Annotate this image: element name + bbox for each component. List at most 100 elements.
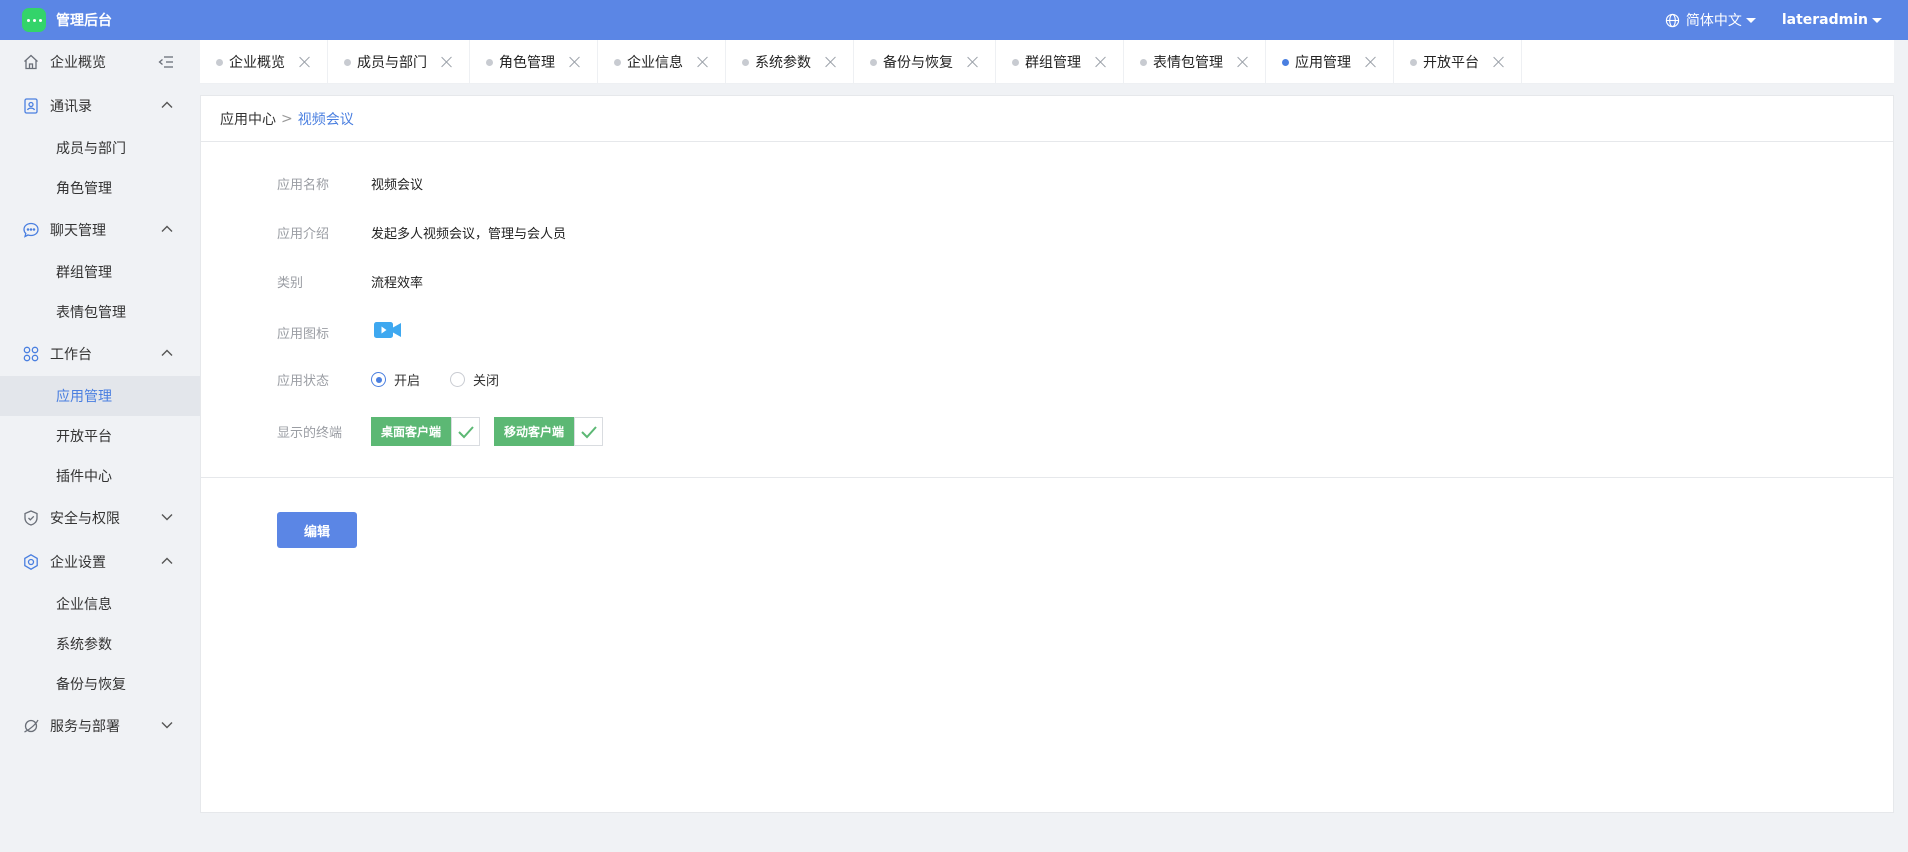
sidebar-group-label: 安全与权限 [50, 511, 120, 527]
tab-roles[interactable]: 角色管理 [470, 40, 598, 84]
tab-label: 群组管理 [1025, 55, 1081, 71]
tab-dot [344, 58, 351, 66]
app-intro-row: 应用介绍 发起多人视频会议，管理与会人员 [277, 223, 566, 242]
sidebar-group-overview[interactable]: 企业概览 [0, 40, 200, 84]
sidebar-item-plugins[interactable]: 插件中心 [0, 456, 200, 496]
chevron-down-icon [1872, 17, 1882, 23]
terminal-mobile-tag[interactable]: 移动客户端 [494, 417, 604, 446]
terminal-desktop-tag[interactable]: 桌面客户端 [371, 417, 481, 446]
tab-stickers[interactable]: 表情包管理 [1124, 40, 1266, 84]
close-icon[interactable] [1237, 56, 1249, 68]
tab-label: 企业概览 [229, 55, 285, 71]
user-menu[interactable]: lateradmin [1782, 12, 1882, 28]
username: lateradmin [1781, 12, 1868, 28]
breadcrumb-parent[interactable]: 应用中心 [220, 109, 276, 129]
shield-icon [22, 509, 40, 527]
close-icon[interactable] [441, 56, 453, 68]
close-icon[interactable] [1095, 56, 1107, 68]
tab-dot [486, 58, 493, 66]
sidebar-group-contacts[interactable]: 通讯录 [0, 84, 200, 128]
sidebar-group-service-deploy[interactable]: 服务与部署 [0, 704, 200, 748]
chat-icon [22, 221, 40, 239]
radio-label: 开启 [394, 374, 421, 389]
tab-enterprise-info[interactable]: 企业信息 [598, 40, 726, 84]
field-label: 应用图标 [277, 326, 330, 342]
chevron-up-icon [160, 554, 174, 572]
terminal-label: 移动客户端 [494, 417, 575, 446]
tab-open-platform[interactable]: 开放平台 [1394, 40, 1522, 84]
check-icon [451, 417, 481, 446]
close-icon[interactable] [1365, 56, 1377, 68]
close-icon[interactable] [1493, 56, 1505, 68]
status-off-radio[interactable]: 关闭 [450, 370, 499, 389]
grid-icon [22, 345, 40, 363]
sidebar-item-stickers[interactable]: 表情包管理 [0, 292, 200, 332]
app-detail-panel: 应用中心 > 视频会议 应用名称 视频会议 应用介绍 发起多人视频会议，管理与会… [200, 95, 1894, 813]
header-actions: 简体中文 lateradmin [1665, 0, 1882, 40]
sidebar-item-members[interactable]: 成员与部门 [0, 128, 200, 168]
app-intro-value: 发起多人视频会议，管理与会人员 [371, 227, 567, 242]
sidebar-group-security[interactable]: 安全与权限 [0, 496, 200, 540]
tab-dot [1012, 58, 1019, 66]
tab-backup-restore[interactable]: 备份与恢复 [854, 40, 996, 84]
tab-label: 系统参数 [755, 55, 811, 71]
tab-label: 开放平台 [1423, 55, 1479, 71]
sidebar-group-workbench[interactable]: 工作台 [0, 332, 200, 376]
globe-icon [1665, 13, 1679, 27]
field-label: 类别 [277, 276, 304, 291]
sidebar-item-enterprise-info[interactable]: 企业信息 [0, 584, 200, 624]
app-status-row: 应用状态 开启 关闭 [277, 370, 529, 389]
chevron-up-icon [160, 346, 174, 364]
sidebar-group-chat[interactable]: 聊天管理 [0, 208, 200, 252]
tab-app-management[interactable]: 应用管理 [1266, 40, 1394, 84]
tab-dot [742, 58, 749, 66]
sidebar-group-label: 工作台 [50, 347, 92, 363]
close-icon[interactable] [967, 56, 979, 68]
tab-label: 表情包管理 [1153, 55, 1223, 71]
sidebar-item-system-params[interactable]: 系统参数 [0, 624, 200, 664]
breadcrumb-separator: > [281, 110, 293, 127]
sidebar-item-roles[interactable]: 角色管理 [0, 168, 200, 208]
tab-label: 成员与部门 [357, 55, 427, 71]
chevron-up-icon [160, 98, 174, 116]
app-name-row: 应用名称 视频会议 [277, 174, 423, 193]
sidebar-group-enterprise-settings[interactable]: 企业设置 [0, 540, 200, 584]
language-label: 简体中文 [1685, 13, 1742, 29]
close-icon[interactable] [569, 56, 581, 68]
top-header: 管理后台 简体中文 lateradmin [0, 0, 1908, 40]
terminal-label: 桌面客户端 [371, 417, 452, 446]
sidebar-item-app-management[interactable]: 应用管理 [0, 376, 200, 416]
tab-dot [1282, 58, 1289, 66]
chat-bubble-logo-icon [22, 8, 46, 32]
radio-label: 关闭 [473, 374, 500, 389]
close-icon[interactable] [825, 56, 837, 68]
tab-label: 应用管理 [1295, 55, 1351, 71]
chevron-up-icon [160, 222, 174, 240]
sidebar-group-label: 通讯录 [50, 99, 92, 115]
tab-members[interactable]: 成员与部门 [328, 40, 470, 84]
terminals-row: 显示的终端 桌面客户端 移动客户端 [277, 417, 617, 446]
collapse-menu-icon[interactable] [158, 54, 174, 74]
tab-dot [1140, 58, 1147, 66]
tab-label: 企业信息 [627, 55, 683, 71]
video-camera-icon [371, 317, 403, 347]
field-label: 应用介绍 [277, 227, 330, 242]
sidebar-item-backup-restore[interactable]: 备份与恢复 [0, 664, 200, 704]
contacts-icon [22, 97, 40, 115]
app-category-row: 类别 流程效率 [277, 272, 423, 291]
tab-overview[interactable]: 企业概览 [200, 40, 328, 84]
tab-groups[interactable]: 群组管理 [996, 40, 1124, 84]
edit-button[interactable]: 编辑 [277, 512, 357, 548]
check-icon [574, 417, 604, 446]
sidebar-item-groups[interactable]: 群组管理 [0, 252, 200, 292]
tab-system-params[interactable]: 系统参数 [726, 40, 854, 84]
radio-circle [371, 372, 386, 387]
close-icon[interactable] [299, 56, 311, 68]
language-switcher[interactable]: 简体中文 [1665, 10, 1756, 30]
tab-dot [1410, 58, 1417, 66]
sidebar-item-open-platform[interactable]: 开放平台 [0, 416, 200, 456]
status-on-radio[interactable]: 开启 [371, 370, 420, 389]
close-icon[interactable] [697, 56, 709, 68]
tab-label: 备份与恢复 [883, 55, 953, 71]
radio-circle [450, 372, 466, 387]
